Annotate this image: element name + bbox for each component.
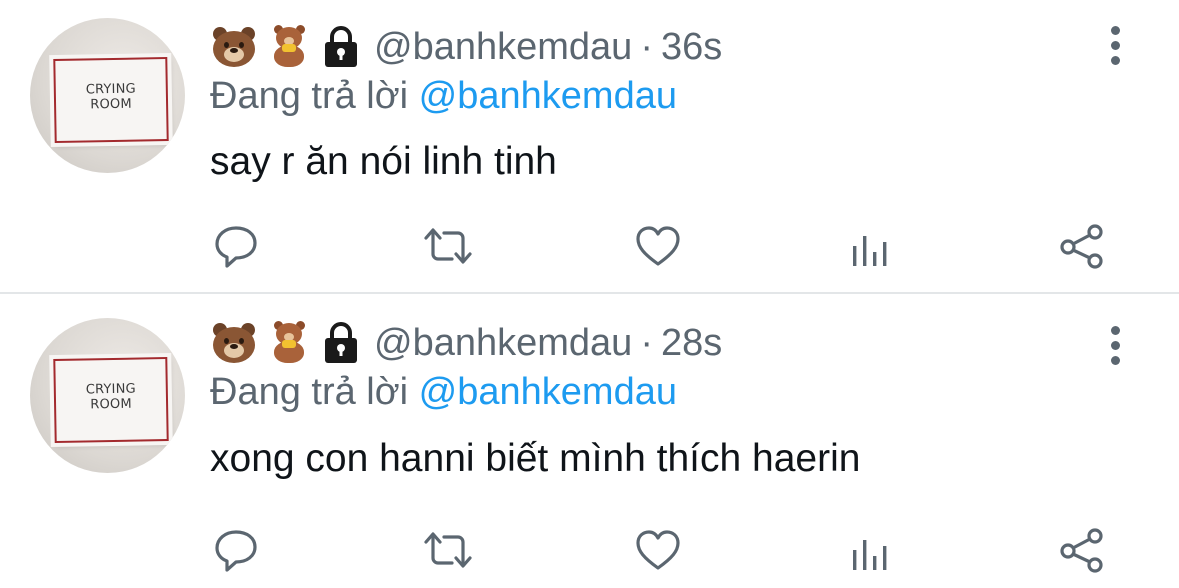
replying-prefix: Đang trả lời (210, 75, 409, 117)
avatar-sign-line: ROOM (90, 96, 132, 113)
timestamp[interactable]: 36s (661, 26, 722, 69)
user-handle[interactable]: @banhkemdau (374, 322, 632, 365)
replying-to: Đang trả lời @banhkemdau (210, 75, 677, 118)
replying-to-mention[interactable]: @banhkemdau (419, 371, 677, 413)
tweet-header: @banhkemdau · 28s (210, 318, 722, 368)
lock-icon (322, 25, 360, 69)
avatar[interactable]: CRYING ROOM (30, 318, 185, 473)
teddy-bear-icon (266, 25, 314, 69)
avatar-sign-image: CRYING ROOM (53, 57, 169, 143)
like-icon[interactable] (634, 526, 682, 574)
retweet-icon[interactable] (422, 526, 472, 574)
tweet[interactable]: CRYING ROOM @banhke (0, 294, 1179, 588)
tweet-header: @banhkemdau · 36s (210, 22, 722, 72)
more-options-icon[interactable] (1103, 24, 1127, 68)
share-icon[interactable] (1058, 526, 1106, 574)
analytics-icon[interactable] (846, 222, 894, 270)
tweet-text: say r ăn nói linh tinh (210, 140, 557, 183)
tweet[interactable]: CRYING ROOM @banhke (0, 0, 1179, 294)
teddy-bear-icon (266, 321, 314, 365)
like-icon[interactable] (634, 222, 682, 270)
tweet-actions (0, 526, 1179, 576)
more-options-icon[interactable] (1103, 324, 1127, 368)
avatar-sign-line: ROOM (90, 396, 132, 413)
avatar[interactable]: CRYING ROOM (30, 18, 185, 173)
bear-face-icon (210, 25, 258, 69)
separator: · (640, 25, 653, 68)
replying-to-mention[interactable]: @banhkemdau (419, 75, 677, 117)
replying-prefix: Đang trả lời (210, 371, 409, 413)
user-handle[interactable]: @banhkemdau (374, 26, 632, 69)
lock-icon (322, 321, 360, 365)
tweet-text: xong con hanni biết mình thích haerin (210, 437, 861, 480)
share-icon[interactable] (1058, 222, 1106, 270)
reply-icon[interactable] (212, 222, 260, 270)
retweet-icon[interactable] (422, 222, 472, 270)
analytics-icon[interactable] (846, 526, 894, 574)
avatar-sign-image: CRYING ROOM (53, 357, 169, 443)
reply-icon[interactable] (212, 526, 260, 574)
bear-face-icon (210, 321, 258, 365)
timestamp[interactable]: 28s (661, 322, 722, 365)
replying-to: Đang trả lời @banhkemdau (210, 371, 677, 414)
separator: · (640, 321, 653, 364)
tweet-actions (0, 222, 1179, 272)
